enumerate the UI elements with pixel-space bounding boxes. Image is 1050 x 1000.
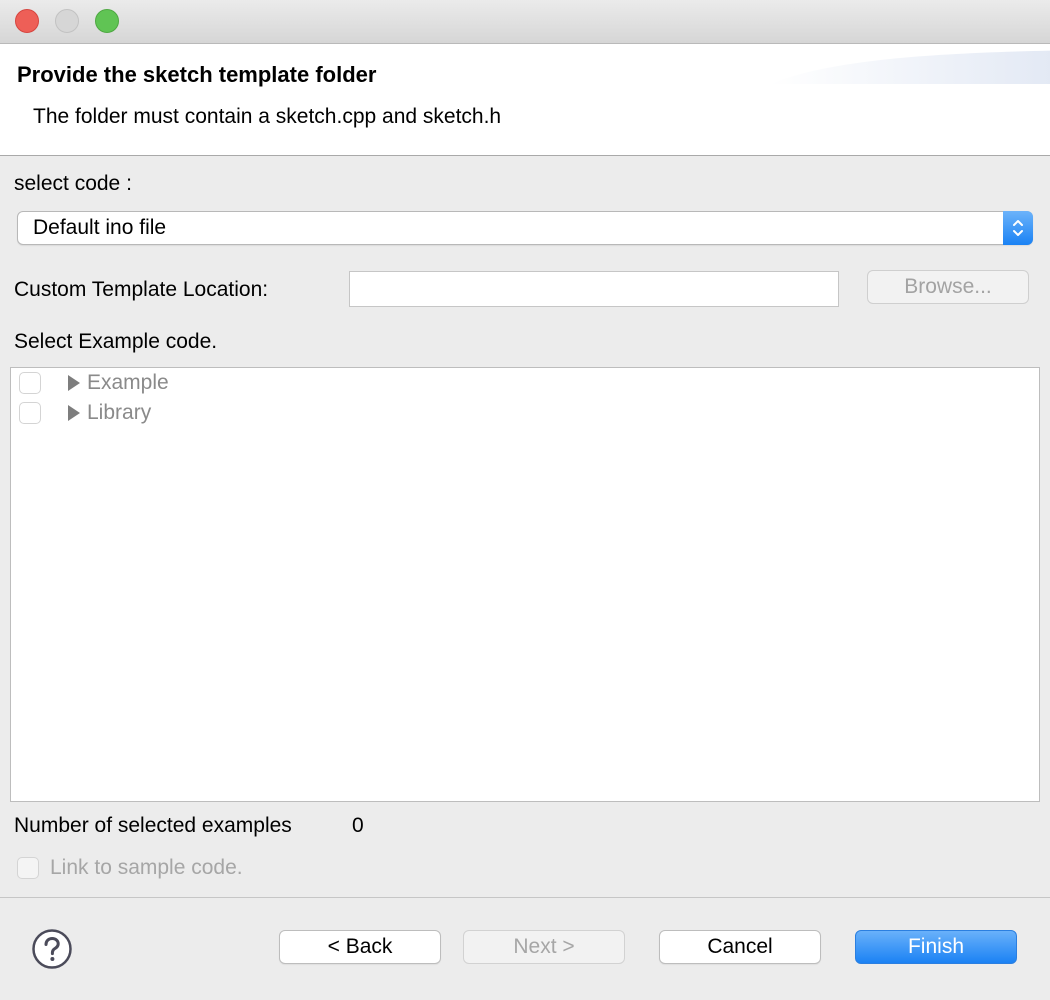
select-code-value: Default ino file — [33, 216, 167, 239]
footer-divider — [0, 897, 1050, 898]
link-sample-label: Link to sample code. — [50, 856, 243, 879]
help-icon[interactable] — [31, 928, 73, 970]
dropdown-arrow-icon[interactable] — [1003, 211, 1033, 245]
example-tree[interactable]: Example Library — [10, 367, 1040, 802]
tree-item-label: Library — [87, 401, 152, 424]
custom-template-label: Custom Template Location: — [14, 278, 269, 301]
page-title: Provide the sketch template folder — [17, 62, 377, 87]
custom-template-input[interactable] — [349, 271, 839, 307]
wizard-header: Provide the sketch template folder The f… — [0, 44, 1050, 156]
page-description: The folder must contain a sketch.cpp and… — [33, 105, 502, 128]
browse-button[interactable]: Browse... — [867, 270, 1029, 304]
back-button[interactable]: < Back — [279, 930, 441, 964]
maximize-window-button[interactable] — [95, 9, 119, 33]
tree-item-checkbox[interactable] — [19, 372, 41, 394]
select-code-dropdown[interactable]: Default ino file — [17, 211, 1033, 245]
tree-item-checkbox[interactable] — [19, 402, 41, 424]
select-example-label: Select Example code. — [14, 330, 218, 353]
title-bar — [0, 0, 1050, 44]
close-window-button[interactable] — [15, 9, 39, 33]
select-code-label: select code : — [14, 172, 132, 195]
tree-item-example[interactable]: Example — [11, 369, 1039, 397]
selected-count-label: Number of selected examples — [14, 814, 292, 837]
expand-triangle-icon[interactable] — [67, 375, 81, 391]
minimize-window-button[interactable] — [55, 9, 79, 33]
cancel-button[interactable]: Cancel — [659, 930, 821, 964]
finish-button[interactable]: Finish — [855, 930, 1017, 964]
next-button[interactable]: Next > — [463, 930, 625, 964]
selected-count-value: 0 — [352, 814, 364, 837]
link-sample-checkbox[interactable] — [17, 857, 39, 879]
dialog-window: Provide the sketch template folder The f… — [0, 0, 1050, 1000]
tree-item-library[interactable]: Library — [11, 399, 1039, 427]
banner-decoration — [770, 50, 1050, 84]
tree-item-label: Example — [87, 371, 169, 394]
expand-triangle-icon[interactable] — [67, 405, 81, 421]
